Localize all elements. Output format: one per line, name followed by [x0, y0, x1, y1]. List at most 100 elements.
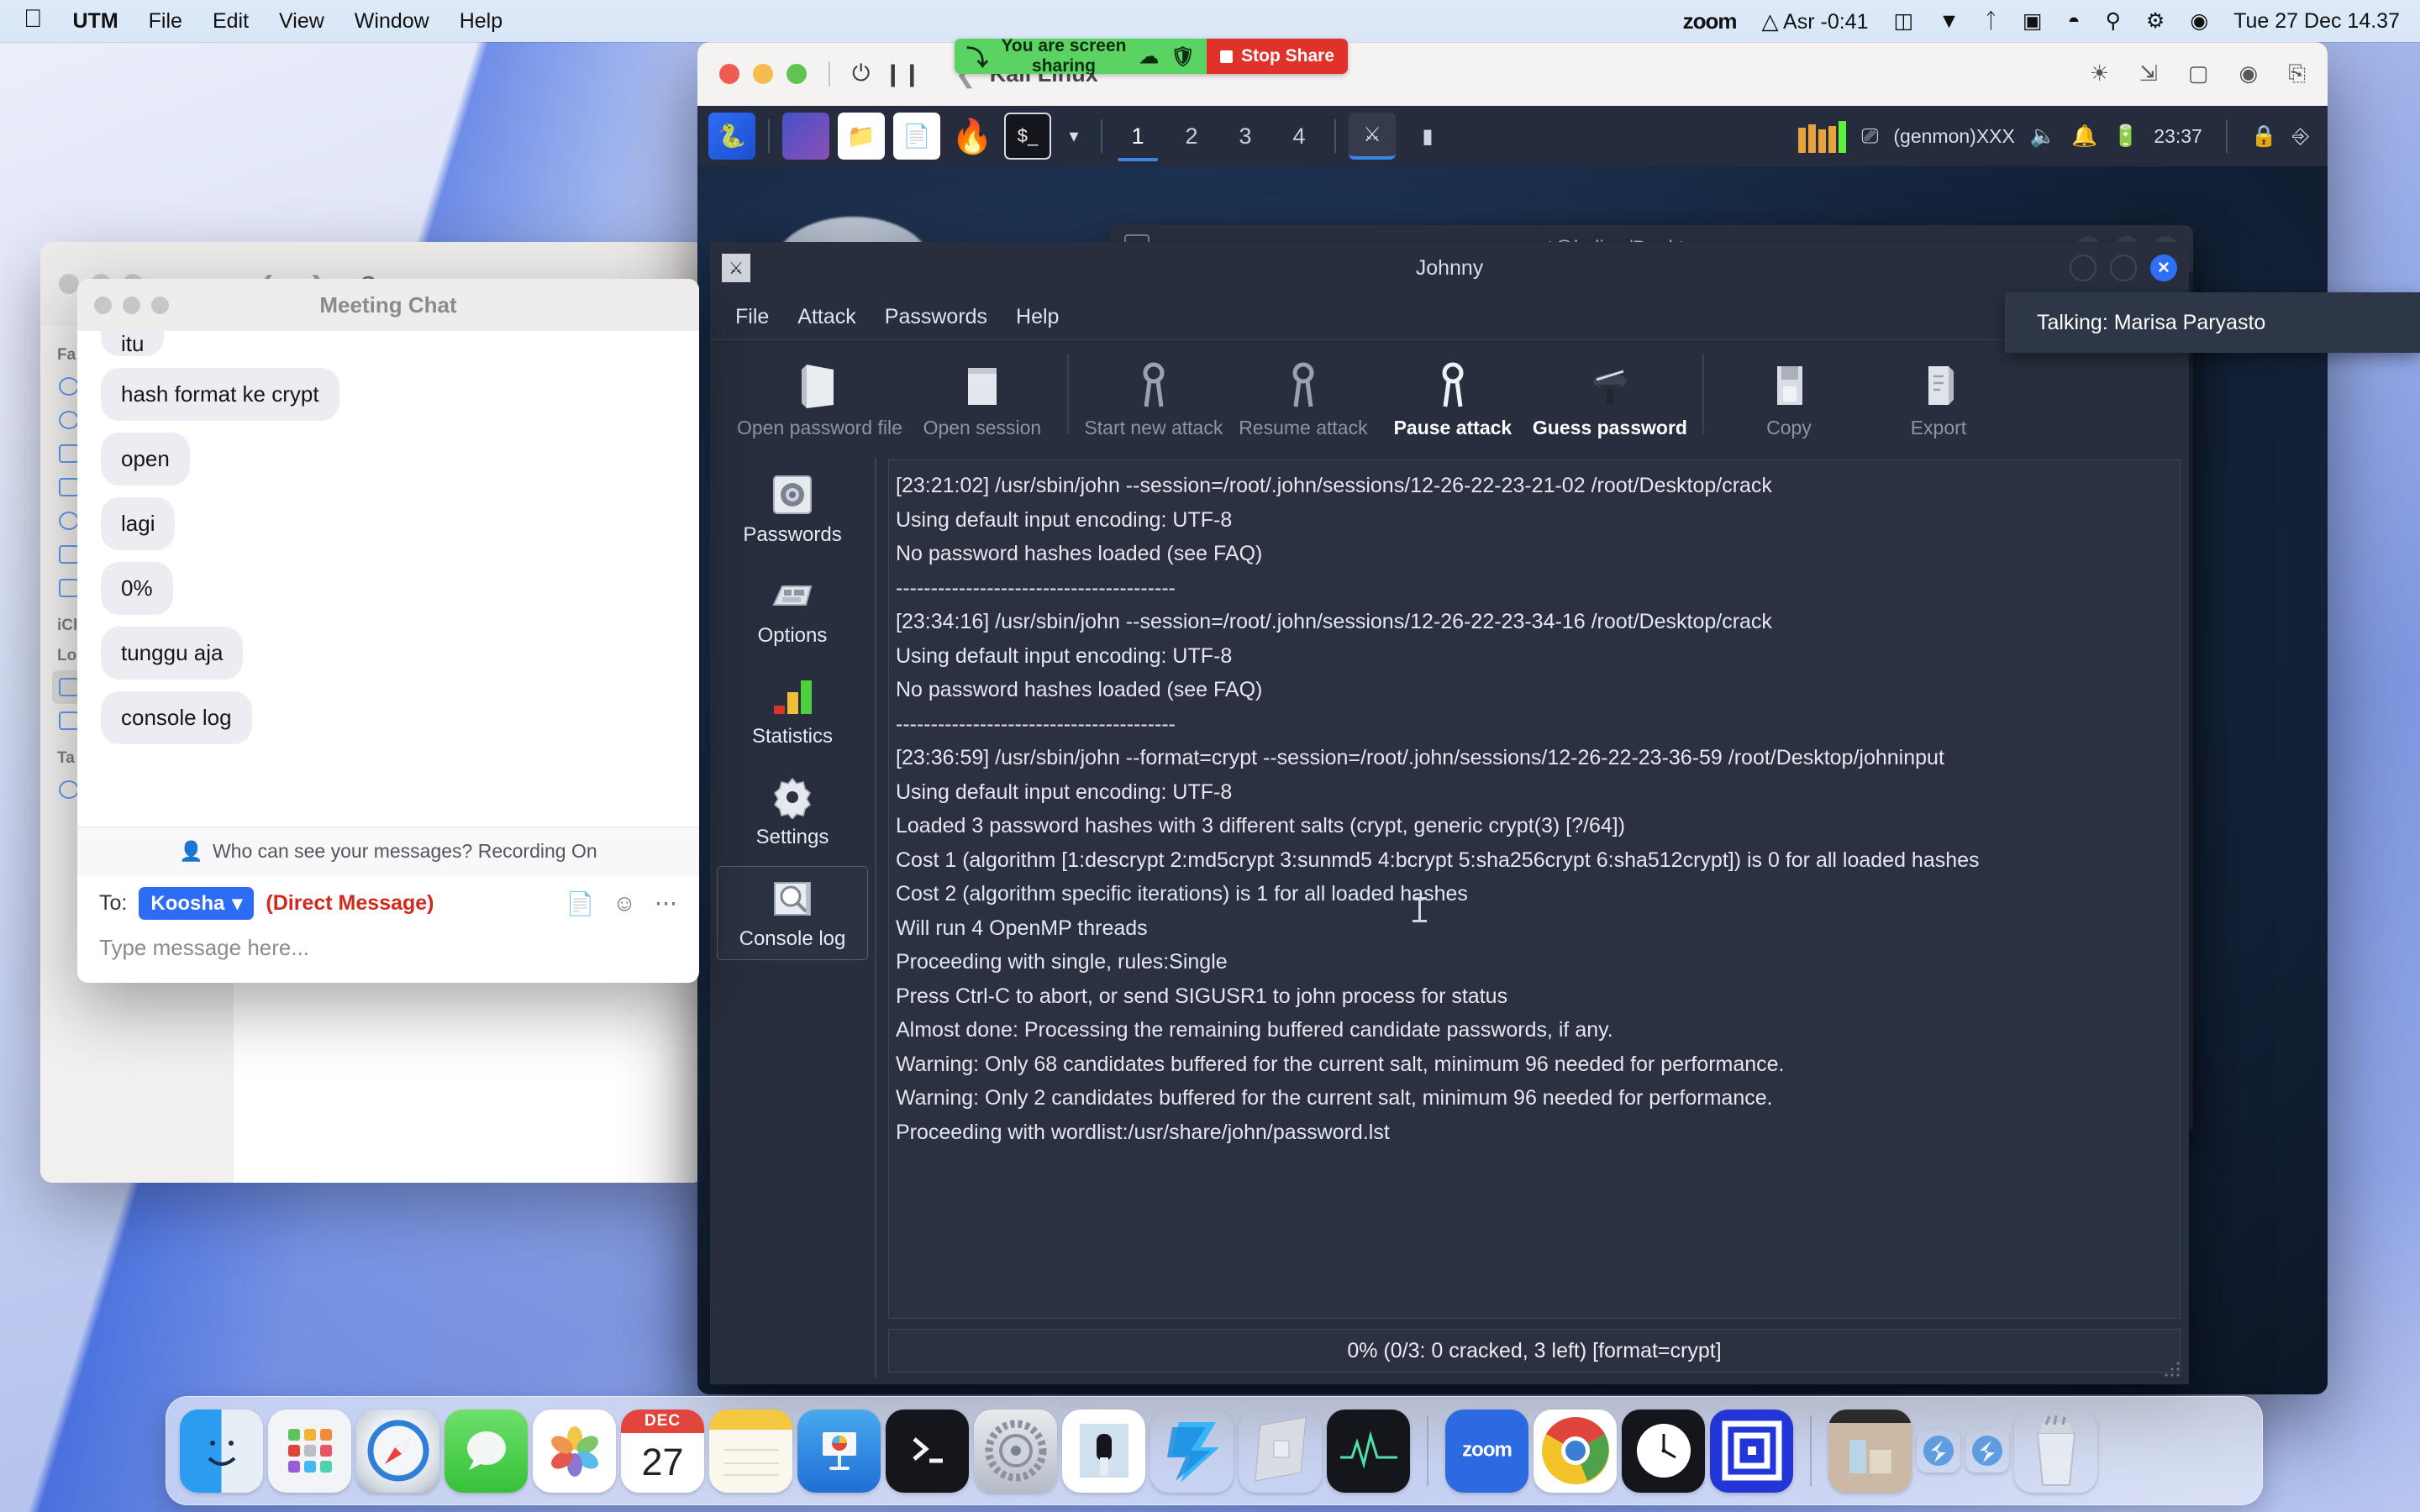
- control-center-icon[interactable]: ⚙: [2146, 8, 2165, 34]
- dock[interactable]: DEC 27 zoom: [166, 1396, 2263, 1505]
- resize-grip[interactable]: [2164, 1361, 2182, 1379]
- menubar-item-view[interactable]: View: [279, 9, 324, 34]
- dock-item-activity-monitor[interactable]: [1327, 1409, 1410, 1493]
- cloud-record-icon[interactable]: ☁: [1139, 45, 1159, 68]
- kali-menu-icon[interactable]: 🐍: [708, 113, 755, 160]
- chevron-down-icon[interactable]: ▾: [1060, 113, 1088, 160]
- siri-icon[interactable]: ◉: [2190, 8, 2208, 34]
- shield-icon[interactable]: 🛡: [1171, 45, 1195, 68]
- dock-item-keynote[interactable]: [797, 1409, 881, 1493]
- johnny-toolbar[interactable]: Open password file Open session Start ne…: [710, 342, 2189, 451]
- sidebar-item-statistics[interactable]: Statistics: [717, 664, 868, 757]
- workspace-3[interactable]: 3: [1218, 108, 1272, 165]
- menubar-zoom-label[interactable]: zoom: [1683, 8, 1738, 34]
- kali-taskbar[interactable]: 🐍 📁 📄 🔥 $_ ▾ 1 2 3 4 ⚔ ▮ ⎚ (genmon)XXX 🔈…: [697, 106, 2328, 166]
- sidebar-item-passwords[interactable]: Passwords: [717, 463, 868, 555]
- logout-icon[interactable]: ⎆: [2292, 124, 2309, 149]
- dock-item-folder-stack[interactable]: [1828, 1409, 1912, 1493]
- workspace-1[interactable]: 1: [1111, 108, 1165, 165]
- console-log-output[interactable]: [23:21:02] /usr/sbin/john --session=/roo…: [888, 459, 2181, 1319]
- johnny-minimize-button[interactable]: [2070, 255, 2096, 281]
- toolbar-guess-password[interactable]: Guess password: [1528, 353, 1692, 443]
- menu-help[interactable]: Help: [1016, 305, 1059, 329]
- file-manager-icon[interactable]: 📁: [838, 113, 885, 160]
- usb-icon[interactable]: ▢: [2188, 60, 2209, 87]
- chat-recipient-dropdown[interactable]: Koosha ▾: [139, 887, 255, 920]
- toolbar-copy[interactable]: Copy: [1714, 353, 1864, 443]
- menubar-asr-timer[interactable]: △ Asr -0:41: [1761, 8, 1868, 34]
- johnny-maximize-button[interactable]: [2110, 255, 2137, 281]
- johnny-window[interactable]: ⚔ Johnny ✕ File Attack Passwords Help Op…: [710, 242, 2189, 1384]
- chat-message-list[interactable]: itu hash format ke crypt open lagi 0% tunggu …: [77, 331, 699, 827]
- more-options-icon[interactable]: ⋯: [655, 890, 677, 916]
- menubar-item-window[interactable]: Window: [355, 9, 429, 34]
- toolbar-pause-attack[interactable]: Pause attack: [1378, 353, 1528, 443]
- dock-item-terminal[interactable]: [886, 1409, 969, 1493]
- menubar[interactable]:  UTM File Edit View Window Help zoom △ Asr -0:4…: [0, 0, 2420, 42]
- menubar-item-help[interactable]: Help: [460, 9, 502, 34]
- dock-item-chrome[interactable]: [1534, 1409, 1617, 1493]
- chat-message-input[interactable]: Type message here...: [77, 925, 699, 983]
- display-icon[interactable]: ⎚: [1861, 124, 1878, 149]
- dock-item-screen-recorder[interactable]: [1710, 1409, 1793, 1493]
- dock-item-launchpad[interactable]: [268, 1409, 351, 1493]
- spotlight-icon[interactable]: ⚲: [2106, 8, 2121, 34]
- toolbar-export[interactable]: Export: [1864, 353, 2013, 443]
- emoji-icon[interactable]: ☺: [613, 890, 636, 916]
- sidebar-item-console-log[interactable]: Console log: [717, 866, 868, 960]
- utm-zoom-button[interactable]: [786, 64, 807, 84]
- volume-icon[interactable]: 🔈: [2030, 124, 2056, 149]
- terminal-task-icon[interactable]: ▮: [1404, 113, 1451, 160]
- toolbar-open-session[interactable]: Open session: [908, 353, 1057, 443]
- screen-share-bar[interactable]: ⤵ You are screen sharing ☁ 🛡 Stop Share: [955, 39, 1348, 74]
- sidebar-item-settings[interactable]: Settings: [717, 765, 868, 858]
- terminal-emulator-icon[interactable]: [782, 113, 829, 160]
- pause-icon[interactable]: ❙❙: [883, 61, 921, 87]
- dock-item-notes[interactable]: [709, 1409, 792, 1493]
- terminal-icon[interactable]: $_: [1004, 113, 1051, 160]
- battery-icon[interactable]: 🔋: [2112, 124, 2139, 149]
- johnny-menubar[interactable]: File Attack Passwords Help: [710, 294, 2189, 339]
- dropbox-icon[interactable]: ▼: [1939, 9, 1960, 34]
- dock-item-clock[interactable]: [1622, 1409, 1705, 1493]
- menubar-item-file[interactable]: File: [149, 9, 182, 34]
- dock-item-trash[interactable]: [2014, 1410, 2097, 1493]
- lock-icon[interactable]: 🔒: [2251, 124, 2277, 149]
- dock-item-roblox[interactable]: [1239, 1410, 1322, 1493]
- utm-minimize-button[interactable]: [753, 64, 773, 84]
- dock-item-safari[interactable]: [356, 1409, 439, 1493]
- dock-item-system-preferences[interactable]: [974, 1409, 1057, 1493]
- firefox-icon[interactable]: 🔥: [949, 113, 996, 160]
- resize-icon[interactable]: ⇲: [2139, 60, 2158, 87]
- menu-passwords[interactable]: Passwords: [885, 305, 987, 329]
- dock-item-calendar[interactable]: DEC 27: [621, 1409, 704, 1493]
- workspace-2[interactable]: 2: [1165, 108, 1218, 165]
- stop-share-button[interactable]: Stop Share: [1207, 39, 1348, 74]
- display-icon[interactable]: ▣: [2023, 8, 2043, 34]
- toolbar-resume-attack[interactable]: Resume attack: [1228, 353, 1378, 443]
- disk-icon[interactable]: ◉: [2239, 60, 2259, 87]
- dock-item-file-1[interactable]: [1917, 1429, 1960, 1473]
- dock-item-shortcuts[interactable]: [1150, 1410, 1234, 1493]
- dock-item-zoom[interactable]: zoom: [1445, 1409, 1528, 1493]
- meeting-chat-window[interactable]: Meeting Chat itu hash format ke crypt open…: [77, 279, 699, 983]
- menubar-item-utm[interactable]: UTM: [73, 9, 118, 34]
- utm-close-button[interactable]: [719, 64, 739, 84]
- dock-item-photos[interactable]: [533, 1409, 616, 1493]
- johnny-task-icon[interactable]: ⚔: [1349, 113, 1396, 160]
- file-icon[interactable]: 📄: [566, 890, 595, 917]
- sidebar-item-options[interactable]: Options: [717, 564, 868, 656]
- dock-item-messages[interactable]: [445, 1409, 528, 1493]
- menubar-clock[interactable]: Tue 27 Dec 14.37: [2233, 9, 2400, 34]
- bell-icon[interactable]: 🔔: [2071, 124, 2097, 149]
- menu-file[interactable]: File: [735, 305, 769, 329]
- menubar-item-edit[interactable]: Edit: [213, 9, 249, 34]
- chat-privacy-notice[interactable]: 👤 Who can see your messages? Recording O…: [77, 827, 699, 875]
- power-icon[interactable]: ⏻: [852, 60, 870, 87]
- text-editor-icon[interactable]: 📄: [893, 113, 940, 160]
- dock-item-file-2[interactable]: [1965, 1429, 2009, 1473]
- wifi-icon[interactable]: ◓: [2068, 9, 2081, 34]
- dock-item-finder[interactable]: [180, 1409, 263, 1493]
- workspace-4[interactable]: 4: [1272, 108, 1326, 165]
- apple-menu-icon[interactable]: : [24, 7, 43, 32]
